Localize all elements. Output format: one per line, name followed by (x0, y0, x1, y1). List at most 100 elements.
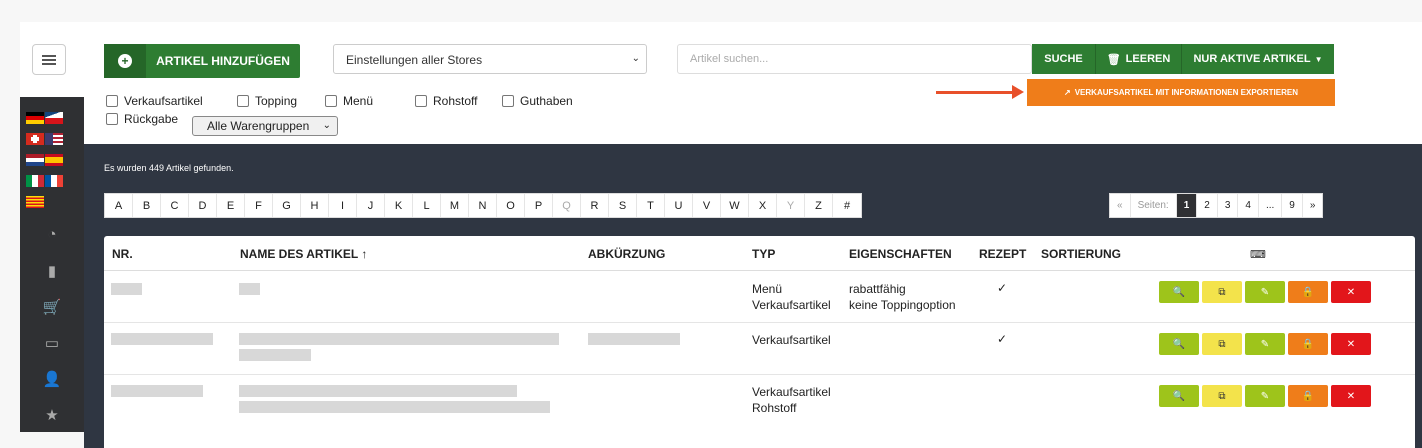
alphabet-letter-t[interactable]: T (637, 194, 665, 217)
flag-it-icon[interactable] (26, 175, 44, 187)
header-nr[interactable]: NR. (112, 247, 133, 261)
article-search-input[interactable]: Artikel suchen... (677, 44, 1032, 74)
add-user-icon[interactable]: 👤 (40, 370, 64, 388)
search-button-group: SUCHE 🗑 LEEREN NUR AKTIVE ARTIKEL ▼ (1032, 44, 1334, 74)
cart-icon[interactable]: 🛒 (40, 298, 64, 316)
header-typ[interactable]: TYP (752, 247, 775, 261)
alphabet-letter-m[interactable]: M (441, 194, 469, 217)
filter-menu[interactable]: Menü (325, 94, 373, 108)
pager-next-button[interactable]: » (1303, 194, 1323, 217)
hamburger-icon (42, 54, 56, 65)
clear-label: LEEREN (1125, 53, 1171, 65)
alphabet-letter-l[interactable]: L (413, 194, 441, 217)
alphabet-letter-e[interactable]: E (217, 194, 245, 217)
alphabet-letter-a[interactable]: A (105, 194, 133, 217)
delete-button[interactable]: ✕ (1331, 385, 1371, 407)
stats-icon[interactable]: ▮ (40, 262, 64, 280)
filter-label: Menü (343, 94, 374, 108)
filter-rueckgabe[interactable]: Rückgabe (106, 112, 178, 126)
view-button[interactable]: 🔍 (1159, 281, 1199, 303)
filter-guthaben[interactable]: Guthaben (502, 94, 573, 108)
alphabet-letter-v[interactable]: V (693, 194, 721, 217)
alphabet-letter-i[interactable]: I (329, 194, 357, 217)
typ-line: Verkaufsartikel (752, 298, 831, 312)
header-name[interactable]: NAME DES ARTIKEL ↑ (240, 247, 367, 261)
alphabet-letter-w[interactable]: W (721, 194, 749, 217)
star-icon[interactable]: ★ (40, 406, 64, 424)
pencil-icon: ✎ (1260, 338, 1270, 350)
filter-label: Guthaben (520, 94, 573, 108)
add-article-button[interactable]: + ARTIKEL HINZUFÜGEN (104, 44, 300, 78)
table-header: NR. NAME DES ARTIKEL ↑ ABKÜRZUNG TYP EIG… (104, 236, 1415, 271)
edit-button[interactable]: ✎ (1245, 281, 1285, 303)
keyboard-icon[interactable]: ⌨ (1250, 248, 1266, 261)
alphabet-letter-z[interactable]: Z (805, 194, 833, 217)
typ-line: Verkaufsartikel (752, 385, 831, 399)
dashboard-icon[interactable]: ◔ (40, 226, 64, 243)
alphabet-letter-d[interactable]: D (189, 194, 217, 217)
lock-button[interactable]: 🔒 (1288, 333, 1328, 355)
flag-es-icon[interactable] (45, 154, 63, 166)
header-eigenschaften[interactable]: EIGENSCHAFTEN (849, 247, 952, 261)
pager-prev-button[interactable]: « (1110, 194, 1131, 217)
pager-page-3[interactable]: 3 (1218, 194, 1239, 217)
search-button[interactable]: SUCHE (1032, 44, 1096, 74)
alphabet-letter-f[interactable]: F (245, 194, 273, 217)
flag-de-icon[interactable] (26, 112, 44, 124)
only-active-dropdown-button[interactable]: NUR AKTIVE ARTIKEL ▼ (1182, 44, 1334, 74)
header-sortierung[interactable]: SORTIERUNG (1041, 247, 1121, 261)
flag-fr-icon[interactable] (45, 175, 63, 187)
export-articles-button[interactable]: ↗ VERKAUFSARTIKEL MIT INFORMATIONEN EXPO… (1027, 79, 1335, 106)
filter-rohstoff[interactable]: Rohstoff (415, 94, 477, 108)
flag-nl-icon[interactable] (26, 154, 44, 166)
redacted-nr (111, 283, 142, 295)
header-rezept[interactable]: REZEPT (979, 247, 1026, 261)
product-group-select[interactable]: Alle Warengruppen ⌄ (192, 116, 338, 136)
copy-button[interactable]: ⧉ (1202, 385, 1242, 407)
flag-cz-icon[interactable] (45, 112, 63, 124)
view-button[interactable]: 🔍 (1159, 385, 1199, 407)
filter-verkaufsartikel[interactable]: Verkaufsartikel (106, 94, 203, 108)
hamburger-menu-button[interactable] (32, 44, 66, 75)
store-settings-select[interactable]: Einstellungen aller Stores ⌄ (333, 44, 647, 74)
alphabet-letter-x[interactable]: X (749, 194, 777, 217)
alphabet-letter-u[interactable]: U (665, 194, 693, 217)
pager-page-1[interactable]: 1 (1176, 194, 1198, 217)
filter-topping[interactable]: Topping (237, 94, 297, 108)
flag-ch-icon[interactable] (26, 133, 44, 145)
lock-button[interactable]: 🔒 (1288, 281, 1328, 303)
copy-button[interactable]: ⧉ (1202, 333, 1242, 355)
flag-us-icon[interactable] (45, 133, 63, 145)
pager-page-2[interactable]: 2 (1197, 194, 1218, 217)
row-actions: 🔍 ⧉ ✎ 🔒 ✕ (1159, 281, 1374, 303)
copy-icon: ⧉ (1218, 338, 1226, 350)
alphabet-letter-o[interactable]: O (497, 194, 525, 217)
copy-button[interactable]: ⧉ (1202, 281, 1242, 303)
alphabet-letter-j[interactable]: J (357, 194, 385, 217)
alphabet-letter-n[interactable]: N (469, 194, 497, 217)
flag-ca-icon[interactable] (26, 196, 44, 208)
alphabet-letter-r[interactable]: R (581, 194, 609, 217)
alphabet-letter-b[interactable]: B (133, 194, 161, 217)
pager-page-4[interactable]: 4 (1238, 194, 1259, 217)
pager-page-9[interactable]: 9 (1282, 194, 1303, 217)
edit-button[interactable]: ✎ (1245, 385, 1285, 407)
alphabet-letter-g[interactable]: G (273, 194, 301, 217)
lock-button[interactable]: 🔒 (1288, 385, 1328, 407)
view-button[interactable]: 🔍 (1159, 333, 1199, 355)
alphabet-letter-k[interactable]: K (385, 194, 413, 217)
export-label: VERKAUFSARTIKEL MIT INFORMATIONEN EXPORT… (1074, 88, 1298, 97)
header-abkuerzung[interactable]: ABKÜRZUNG (588, 247, 665, 261)
property-line: keine Toppingoption (849, 298, 956, 312)
delete-button[interactable]: ✕ (1331, 281, 1371, 303)
edit-button[interactable]: ✎ (1245, 333, 1285, 355)
clear-button[interactable]: 🗑 LEEREN (1096, 44, 1182, 74)
delete-button[interactable]: ✕ (1331, 333, 1371, 355)
monitor-icon[interactable]: ▭ (40, 334, 64, 352)
alphabet-letter-h[interactable]: H (301, 194, 329, 217)
alphabet-letter-p[interactable]: P (525, 194, 553, 217)
alphabet-letter-hash[interactable]: # (833, 194, 861, 217)
table-row: Verkaufsartikel Rohstoff 🔍 ⧉ ✎ 🔒 ✕ (104, 376, 1415, 428)
alphabet-letter-c[interactable]: C (161, 194, 189, 217)
alphabet-letter-s[interactable]: S (609, 194, 637, 217)
